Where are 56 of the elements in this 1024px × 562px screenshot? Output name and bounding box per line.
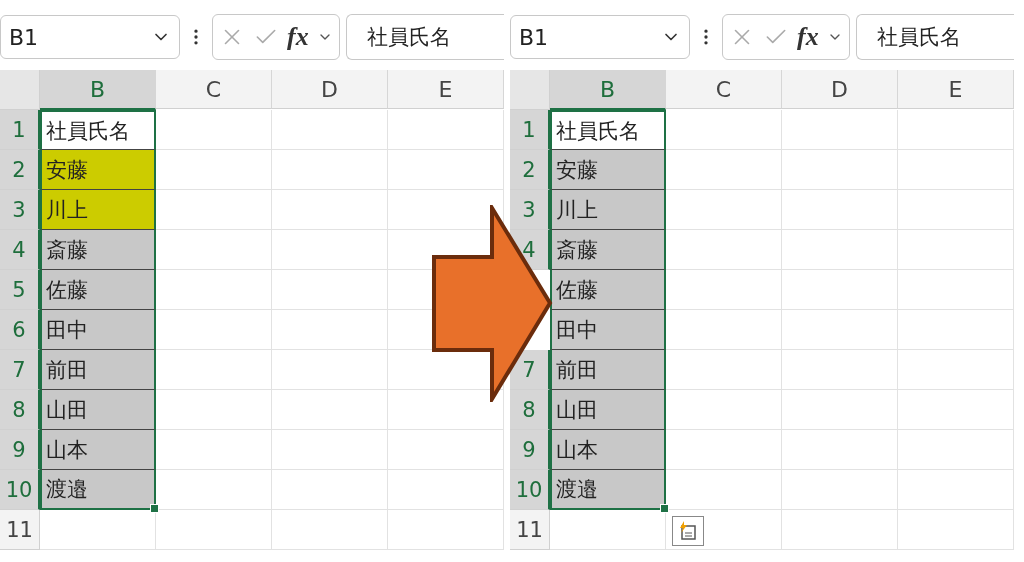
table-cell: 佐藤 (40, 270, 156, 310)
fill-handle[interactable] (660, 504, 669, 513)
formula-field[interactable]: 社員氏名 (345, 14, 504, 60)
table-cell: 山本 (550, 430, 666, 470)
column-header[interactable]: D (272, 70, 388, 109)
table-cell: 田中 (550, 310, 666, 350)
table-cell: 安藤 (40, 150, 156, 190)
row-header[interactable]: 6 (0, 310, 40, 350)
insert-function-button[interactable]: fx (797, 22, 819, 52)
row-header[interactable]: 9 (510, 430, 550, 470)
insert-function-button[interactable]: fx (287, 22, 309, 52)
table-cell: 社員氏名 (40, 110, 156, 150)
table-cell: 社員氏名 (550, 110, 666, 150)
table-cell: 斎藤 (550, 230, 666, 270)
row-header[interactable]: 1 (510, 110, 550, 150)
table-cell: 佐藤 (550, 270, 666, 310)
row-header[interactable]: 10 (0, 470, 40, 510)
table-cell: 山本 (40, 430, 156, 470)
table-cell: 渡邉 (40, 470, 156, 510)
row-header[interactable]: 2 (510, 150, 550, 190)
name-box[interactable]: B1 (0, 15, 180, 59)
flash-fill-button[interactable] (672, 516, 704, 546)
table-cell: 渡邉 (550, 470, 666, 510)
row-header[interactable]: 8 (510, 390, 550, 430)
name-box[interactable]: B1 (510, 15, 690, 59)
row-header[interactable]: 8 (0, 390, 40, 430)
row-header[interactable]: 9 (0, 430, 40, 470)
row-header[interactable]: 1 (0, 110, 40, 150)
row-header[interactable]: 3 (0, 190, 40, 230)
table-cell: 山田 (550, 390, 666, 430)
table-cell: 田中 (40, 310, 156, 350)
column-header[interactable]: E (388, 70, 504, 109)
row-header[interactable]: 2 (0, 150, 40, 190)
column-header[interactable]: B (550, 70, 666, 110)
column-header[interactable]: D (782, 70, 898, 109)
row-header[interactable]: 10 (510, 470, 550, 510)
table-cell: 川上 (40, 190, 156, 230)
fill-handle[interactable] (150, 504, 159, 513)
row-header[interactable]: 3 (510, 190, 550, 230)
column-header[interactable]: C (666, 70, 782, 109)
row-header[interactable]: 7 (0, 350, 40, 390)
table-cell: 前田 (40, 350, 156, 390)
formula-field[interactable]: 社員氏名 (855, 14, 1014, 60)
flash-fill-icon (678, 521, 698, 541)
column-header[interactable]: E (898, 70, 1014, 109)
table-cell: 川上 (550, 190, 666, 230)
table-cell: 安藤 (550, 150, 666, 190)
row-header[interactable]: 4 (0, 230, 40, 270)
column-header[interactable]: C (156, 70, 272, 109)
column-header[interactable]: B (40, 70, 156, 110)
table-cell: 前田 (550, 350, 666, 390)
table-cell: 斎藤 (40, 230, 156, 270)
table-cell: 山田 (40, 390, 156, 430)
row-header[interactable]: 5 (0, 270, 40, 310)
row-header[interactable]: 11 (0, 510, 40, 550)
row-header[interactable]: 11 (510, 510, 550, 550)
